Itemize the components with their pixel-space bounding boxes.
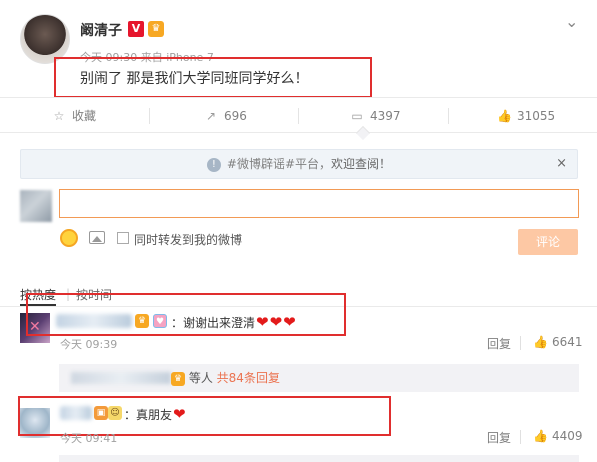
verified-badge: V xyxy=(128,21,144,37)
divider xyxy=(149,108,150,124)
divider xyxy=(448,108,449,124)
image-icon[interactable] xyxy=(89,231,105,244)
divider xyxy=(298,108,299,124)
highlight-box-comment-1 xyxy=(26,293,346,336)
view-all-replies-link[interactable]: 共84条回复 xyxy=(217,371,280,385)
reply-button[interactable]: 回复 xyxy=(487,429,511,446)
subreplies-summary[interactable]: ♛ 等人 共84条回复 xyxy=(59,364,579,392)
member-crown-icon: ♛ xyxy=(148,21,164,37)
subreply-names-blurred xyxy=(71,372,171,384)
star-icon: ☆ xyxy=(53,109,65,123)
thumbs-up-icon: 👍 xyxy=(533,335,548,349)
comment-time: 今天 09:41 xyxy=(60,432,118,445)
expand-chevron-icon[interactable]: ⌄ xyxy=(565,12,578,31)
notice-bar: ! #微博辟谣#平台，欢迎查阅！ × xyxy=(20,149,578,179)
my-avatar xyxy=(20,190,52,222)
comment-input[interactable] xyxy=(59,189,579,218)
notice-tag-link[interactable]: #微博辟谣#平台， xyxy=(227,157,331,171)
comment-like-button[interactable]: 👍 6641 xyxy=(533,335,583,349)
next-subreplies-panel xyxy=(59,455,579,462)
favorite-button[interactable]: ☆ 收藏 xyxy=(52,98,96,134)
notice-message: 欢迎查阅！ xyxy=(331,157,392,171)
post-action-bar: ☆ 收藏 ↗ 696 ▭ 4397 👍 31055 xyxy=(0,97,597,133)
comment-time: 今天 09:39 xyxy=(60,338,118,351)
like-button[interactable]: 👍 31055 xyxy=(497,98,555,134)
thumbs-up-icon: 👍 xyxy=(533,429,548,443)
reply-button[interactable]: 回复 xyxy=(487,335,511,352)
member-crown-icon: ♛ xyxy=(171,371,185,386)
highlight-box-post xyxy=(54,57,372,98)
thumbs-up-icon: 👍 xyxy=(497,109,512,123)
forward-icon: ↗ xyxy=(205,109,217,123)
author-name[interactable]: 阚清子 xyxy=(80,20,122,40)
repost-label: 同时转发到我的微博 xyxy=(134,233,243,247)
submit-comment-button[interactable]: 评论 xyxy=(518,229,578,255)
comment-like-button[interactable]: 👍 4409 xyxy=(533,429,583,443)
info-icon: ! xyxy=(206,157,221,172)
repost-checkbox[interactable] xyxy=(117,232,129,244)
divider xyxy=(520,430,521,444)
divider xyxy=(520,336,521,350)
comment-button[interactable]: ▭ 4397 xyxy=(350,98,400,134)
emoji-icon[interactable] xyxy=(60,229,78,247)
close-icon[interactable]: × xyxy=(556,150,567,178)
forward-button[interactable]: ↗ 696 xyxy=(204,98,247,134)
